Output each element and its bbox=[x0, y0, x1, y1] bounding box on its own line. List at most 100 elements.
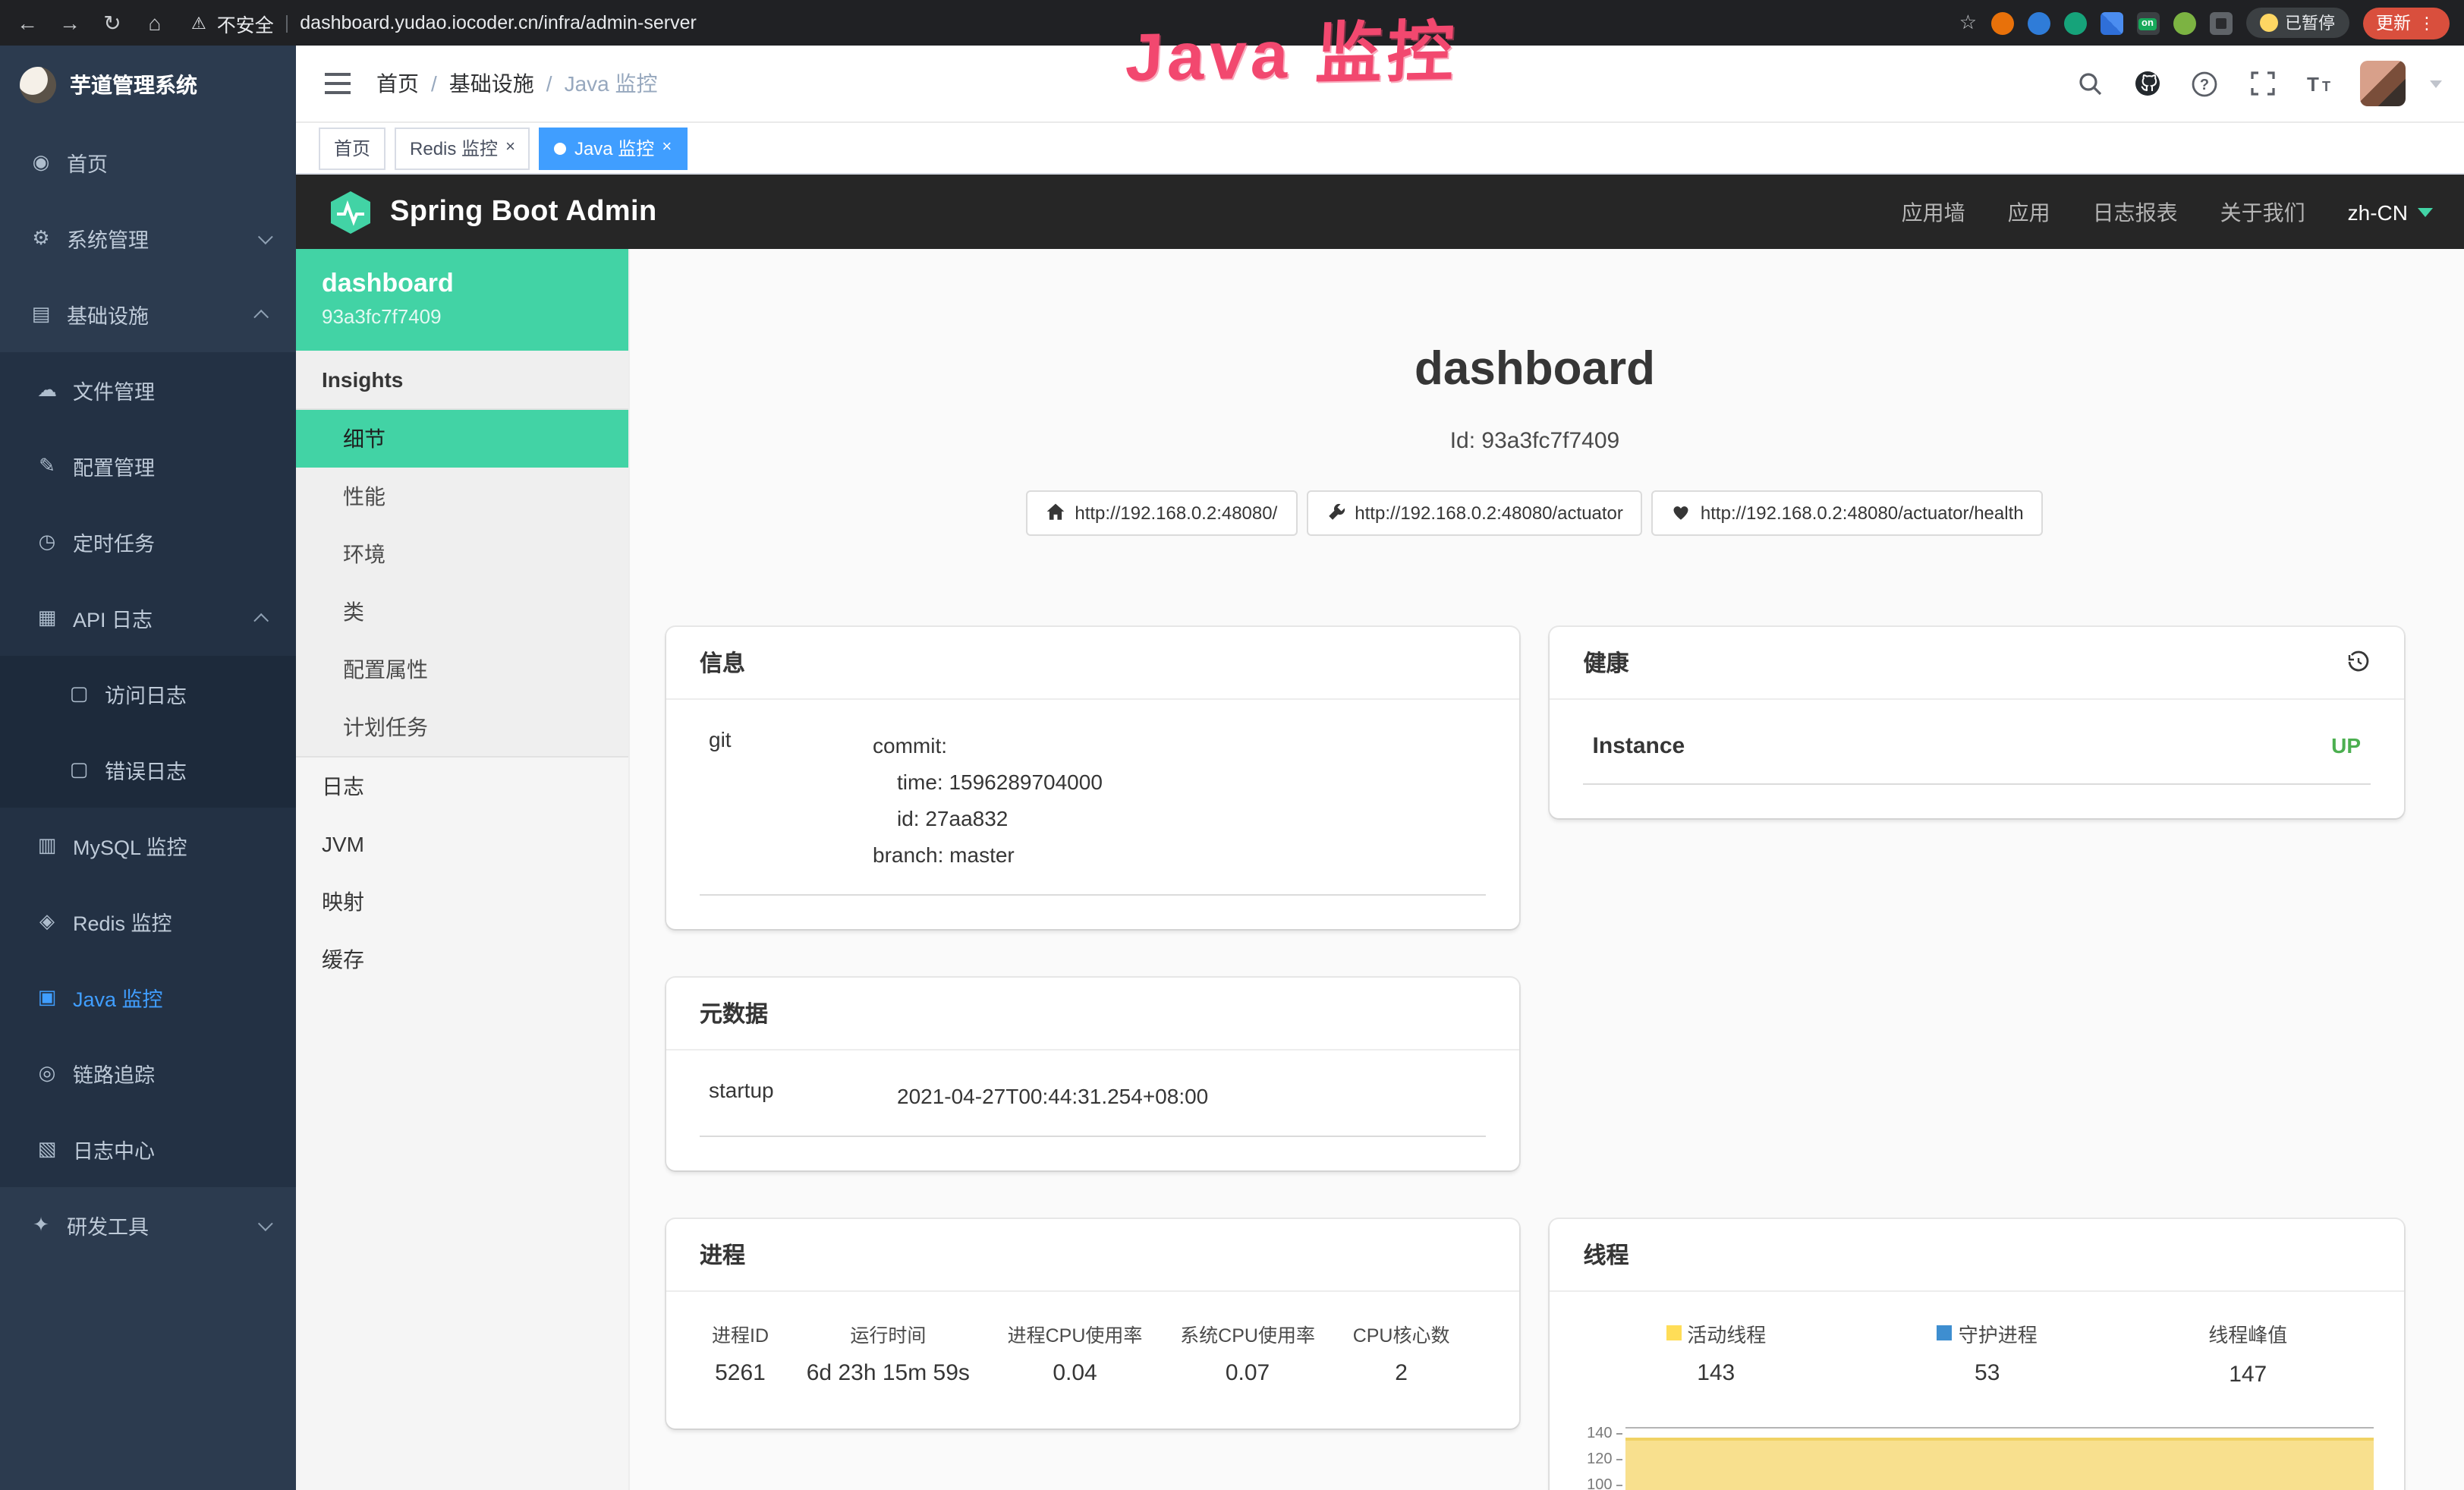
home-icon[interactable] bbox=[143, 11, 167, 35]
sidebar-item-log-center[interactable]: 日志中心 bbox=[0, 1111, 296, 1187]
sidebar-item-access-logs[interactable]: 访问日志 bbox=[0, 656, 296, 732]
gear-icon bbox=[29, 226, 53, 250]
sidebar-item-system-management[interactable]: 系统管理 bbox=[0, 200, 296, 276]
profile-paused-chip[interactable]: 已暂停 bbox=[2245, 8, 2349, 38]
stat-value: 143 bbox=[1666, 1360, 1766, 1386]
peak-threads-line bbox=[1626, 1426, 2374, 1428]
back-icon[interactable] bbox=[15, 11, 39, 35]
extension-icon-green-leaf[interactable] bbox=[2173, 11, 2195, 34]
extension-icon-blue-grid[interactable] bbox=[2100, 11, 2123, 34]
breadcrumb-infrastructure[interactable]: 基础设施 bbox=[449, 68, 534, 99]
card-process-body: 进程ID 5261 运行时间 6d 23h 15m 59s bbox=[666, 1291, 1520, 1428]
close-icon[interactable] bbox=[662, 140, 672, 156]
sba-menu-config-props[interactable]: 配置属性 bbox=[296, 641, 628, 698]
process-header: 进程CPU使用率 bbox=[1008, 1318, 1143, 1347]
tick-mark bbox=[1617, 1432, 1623, 1434]
tab-java-monitor[interactable]: Java 监控 bbox=[540, 127, 687, 169]
instance-header[interactable]: dashboard 93a3fc7f7409 bbox=[296, 249, 628, 351]
process-header: 运行时间 bbox=[807, 1318, 970, 1347]
sba-nav-journal[interactable]: 日志报表 bbox=[2093, 197, 2178, 227]
github-icon[interactable] bbox=[2129, 65, 2165, 102]
instance-id: 93a3fc7f7409 bbox=[322, 305, 603, 328]
reload-icon[interactable] bbox=[100, 10, 124, 36]
bookmark-star-icon[interactable] bbox=[1959, 11, 1977, 35]
api-log-icon bbox=[35, 606, 59, 630]
help-icon[interactable]: ? bbox=[2186, 65, 2223, 102]
info-line: time: 1596289704000 bbox=[873, 763, 1103, 799]
app-logo[interactable]: 芋道管理系统 bbox=[0, 46, 296, 124]
sidebar-item-mysql-monitor[interactable]: MySQL 监控 bbox=[0, 808, 296, 884]
fullscreen-icon[interactable] bbox=[2244, 65, 2280, 102]
sba-nav-wallboard[interactable]: 应用墙 bbox=[1902, 197, 1965, 227]
sba-menu-environment[interactable]: 环境 bbox=[296, 525, 628, 583]
extension-icon-blue-drop[interactable] bbox=[2027, 11, 2050, 34]
font-size-icon[interactable]: TT bbox=[2302, 65, 2338, 102]
sidebar-item-api-logs[interactable]: API 日志 bbox=[0, 580, 296, 656]
sba-menu-details[interactable]: 细节 bbox=[296, 410, 628, 468]
sba-menu-performance[interactable]: 性能 bbox=[296, 468, 628, 525]
hamburger-icon[interactable] bbox=[319, 65, 355, 102]
sidebar-item-label: 研发工具 bbox=[67, 1210, 149, 1240]
menu-dots-icon bbox=[2418, 13, 2435, 33]
extension-icon-green-check[interactable] bbox=[2063, 11, 2086, 34]
svg-text:T: T bbox=[2306, 73, 2318, 96]
sidebar-item-home[interactable]: 首页 bbox=[0, 124, 296, 200]
user-avatar[interactable] bbox=[2359, 61, 2405, 106]
extension-icon-orange[interactable] bbox=[1990, 11, 2013, 34]
sidebar-item-link-tracing[interactable]: 链路追踪 bbox=[0, 1035, 296, 1111]
search-icon[interactable] bbox=[2071, 65, 2107, 102]
metadata-row-startup: startup 2021-04-27T00:44:31.254+08:00 bbox=[700, 1050, 1487, 1136]
instance-links: http://192.168.0.2:48080/ http://192.168… bbox=[666, 490, 2403, 535]
security-warning-icon[interactable] bbox=[191, 13, 206, 33]
card-health-title: 健康 bbox=[1584, 646, 1629, 678]
sba-menu-classes[interactable]: 类 bbox=[296, 583, 628, 641]
sidebar-item-file-management[interactable]: 文件管理 bbox=[0, 352, 296, 428]
sba-menu-logs[interactable]: 日志 bbox=[296, 758, 628, 815]
sidebar-item-label: Java 监控 bbox=[73, 982, 163, 1013]
chrome-update-button[interactable]: 更新 bbox=[2362, 7, 2449, 39]
threads-chart: 140 120 100 bbox=[1569, 1411, 2374, 1490]
link-health-url[interactable]: http://192.168.0.2:48080/actuator/health bbox=[1652, 490, 2044, 535]
chevron-up-icon bbox=[253, 613, 269, 628]
sidebar-item-error-logs[interactable]: 错误日志 bbox=[0, 732, 296, 808]
link-actuator-url[interactable]: http://192.168.0.2:48080/actuator bbox=[1306, 490, 1643, 535]
sba-nav-applications[interactable]: 应用 bbox=[2008, 197, 2050, 227]
spring-boot-admin: Spring Boot Admin 应用墙 应用 日志报表 关于我们 zh-CN bbox=[296, 175, 2464, 1490]
sba-menu-insights[interactable]: Insights bbox=[296, 351, 628, 410]
config-icon bbox=[35, 454, 59, 478]
tab-redis-monitor[interactable]: Redis 监控 bbox=[395, 127, 530, 169]
history-icon[interactable] bbox=[2346, 650, 2370, 674]
health-instance-label: Instance bbox=[1593, 732, 1685, 758]
avatar-caret-icon[interactable] bbox=[2429, 80, 2441, 87]
close-icon[interactable] bbox=[505, 140, 515, 156]
log-center-icon bbox=[35, 1137, 59, 1161]
y-tick-label: 120 bbox=[1587, 1451, 1612, 1467]
stat-label: 线程峰值 bbox=[2208, 1318, 2287, 1347]
sba-menu-caches[interactable]: 缓存 bbox=[296, 931, 628, 988]
breadcrumb-home[interactable]: 首页 bbox=[376, 68, 419, 99]
health-row-instance: Instance UP bbox=[1584, 699, 2371, 784]
sidebar-item-infrastructure[interactable]: 基础设施 bbox=[0, 276, 296, 352]
stat-label: 守护进程 bbox=[1959, 1318, 2038, 1347]
sba-menu-jvm[interactable]: JVM bbox=[296, 815, 628, 873]
sba-menu-scheduled-tasks[interactable]: 计划任务 bbox=[296, 698, 628, 758]
sidebar-item-java-monitor[interactable]: Java 监控 bbox=[0, 959, 296, 1035]
address-bar[interactable]: 不安全 | dashboard.yudao.iocoder.cn/infra/a… bbox=[191, 8, 697, 37]
card-health: 健康 Instance UP bbox=[1550, 626, 2404, 817]
breadcrumb: 首页 / 基础设施 / Java 监控 bbox=[376, 68, 658, 99]
tab-home[interactable]: 首页 bbox=[319, 127, 385, 169]
link-service-url[interactable]: http://192.168.0.2:48080/ bbox=[1026, 490, 1297, 535]
sidebar-item-scheduled-tasks[interactable]: 定时任务 bbox=[0, 504, 296, 580]
process-table: 进程ID 5261 运行时间 6d 23h 15m 59s bbox=[666, 1291, 1520, 1394]
sba-menu-mappings[interactable]: 映射 bbox=[296, 873, 628, 931]
svg-text:T: T bbox=[2321, 79, 2330, 94]
extension-icon-on-badge[interactable]: on bbox=[2136, 11, 2159, 34]
card-health-header: 健康 bbox=[1550, 626, 2404, 699]
extensions-puzzle-icon[interactable] bbox=[2209, 11, 2232, 34]
forward-icon[interactable] bbox=[58, 11, 82, 35]
sidebar-item-redis-monitor[interactable]: Redis 监控 bbox=[0, 884, 296, 959]
sidebar-item-config-management[interactable]: 配置管理 bbox=[0, 428, 296, 504]
sidebar-item-dev-tools[interactable]: 研发工具 bbox=[0, 1187, 296, 1263]
language-selector[interactable]: zh-CN bbox=[2348, 200, 2432, 224]
sba-nav-about[interactable]: 关于我们 bbox=[2220, 197, 2305, 227]
